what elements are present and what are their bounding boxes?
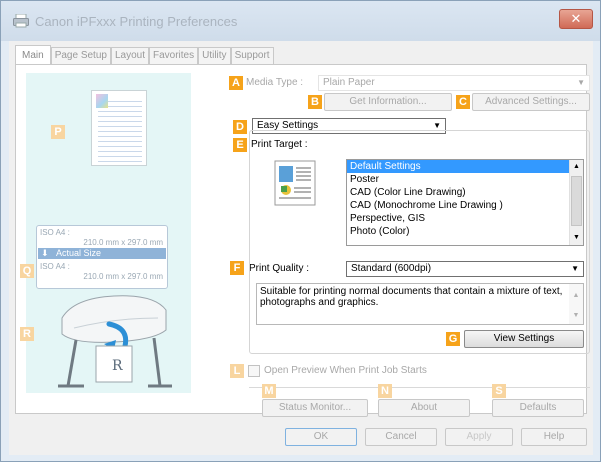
page-preview	[91, 90, 147, 166]
tab-main[interactable]: Main	[15, 45, 51, 65]
defaults-button[interactable]: Defaults	[492, 399, 584, 417]
badge-m: M	[262, 384, 276, 398]
tab-strip: Main Page Setup Layout Favorites Utility…	[15, 45, 274, 65]
dialog-client-area: Main Page Setup Layout Favorites Utility…	[9, 41, 593, 455]
tab-layout[interactable]: Layout	[110, 47, 149, 65]
badge-e: E	[233, 138, 247, 152]
tab-utility[interactable]: Utility	[198, 47, 231, 65]
open-preview-label: Open Preview When Print Job Starts	[264, 365, 427, 376]
window-title: Canon iPFxxx Printing Preferences	[35, 14, 238, 29]
main-tab-panel: P Q ISO A4 : 210.0 mm x 297.0 mm ⬇ Actua…	[15, 64, 590, 417]
badge-b: B	[308, 95, 322, 109]
actual-size-option[interactable]: ⬇ Actual Size	[38, 248, 166, 259]
apply-button[interactable]: Apply	[445, 428, 513, 446]
badge-p: P	[51, 125, 65, 139]
open-preview-checkbox[interactable]	[248, 365, 260, 377]
down-arrow-icon: ⬇	[41, 248, 49, 258]
get-information-button[interactable]: Get Information...	[324, 93, 452, 111]
close-button[interactable]: ✕	[559, 9, 593, 29]
printer-illustration: R	[58, 295, 172, 388]
svg-text:R: R	[112, 358, 123, 374]
badge-d: D	[233, 120, 247, 134]
cancel-button[interactable]: Cancel	[365, 428, 437, 446]
badge-f: F	[230, 261, 244, 275]
printer-icon	[13, 14, 29, 28]
media-type-label: Media Type :	[246, 77, 304, 88]
about-button[interactable]: About	[378, 399, 470, 417]
badge-c: C	[456, 95, 470, 109]
printing-preferences-window: Canon iPFxxx Printing Preferences ✕ Main…	[0, 0, 601, 462]
badge-l: L	[230, 364, 244, 378]
actual-size-label: Actual Size	[56, 248, 102, 258]
divider	[249, 387, 590, 388]
title-bar[interactable]: Canon iPFxxx Printing Preferences ✕	[1, 1, 600, 41]
badge-n: N	[378, 384, 392, 398]
paper-size-box: ISO A4 : 210.0 mm x 297.0 mm ⬇ Actual Si…	[36, 225, 168, 289]
settings-group-box	[249, 130, 590, 354]
help-button[interactable]: Help	[521, 428, 587, 446]
badge-a: A	[229, 76, 243, 90]
preview-pane: P Q ISO A4 : 210.0 mm x 297.0 mm ⬇ Actua…	[20, 73, 191, 393]
status-monitor-button[interactable]: Status Monitor...	[262, 399, 368, 417]
badge-s: S	[492, 384, 506, 398]
dialog-footer: OK Cancel Apply Help	[9, 428, 593, 450]
badge-q: Q	[20, 264, 34, 278]
tab-favorites[interactable]: Favorites	[148, 47, 199, 65]
badge-r: R	[20, 327, 34, 341]
paper-size-label: ISO A4 :	[40, 228, 70, 237]
output-dimensions: 210.0 mm x 297.0 mm	[83, 272, 163, 281]
media-type-value: Plain Paper	[323, 77, 375, 88]
tab-support[interactable]: Support	[230, 47, 274, 65]
ok-button[interactable]: OK	[285, 428, 357, 446]
output-size-label: ISO A4 :	[40, 262, 70, 271]
advanced-settings-button[interactable]: Advanced Settings...	[472, 93, 590, 111]
tab-page-setup[interactable]: Page Setup	[50, 47, 111, 65]
image-thumbnail	[96, 94, 108, 108]
paper-dimensions: 210.0 mm x 297.0 mm	[83, 238, 163, 247]
media-type-select[interactable]: Plain Paper ▼	[318, 75, 590, 91]
chevron-down-icon: ▼	[577, 78, 585, 87]
